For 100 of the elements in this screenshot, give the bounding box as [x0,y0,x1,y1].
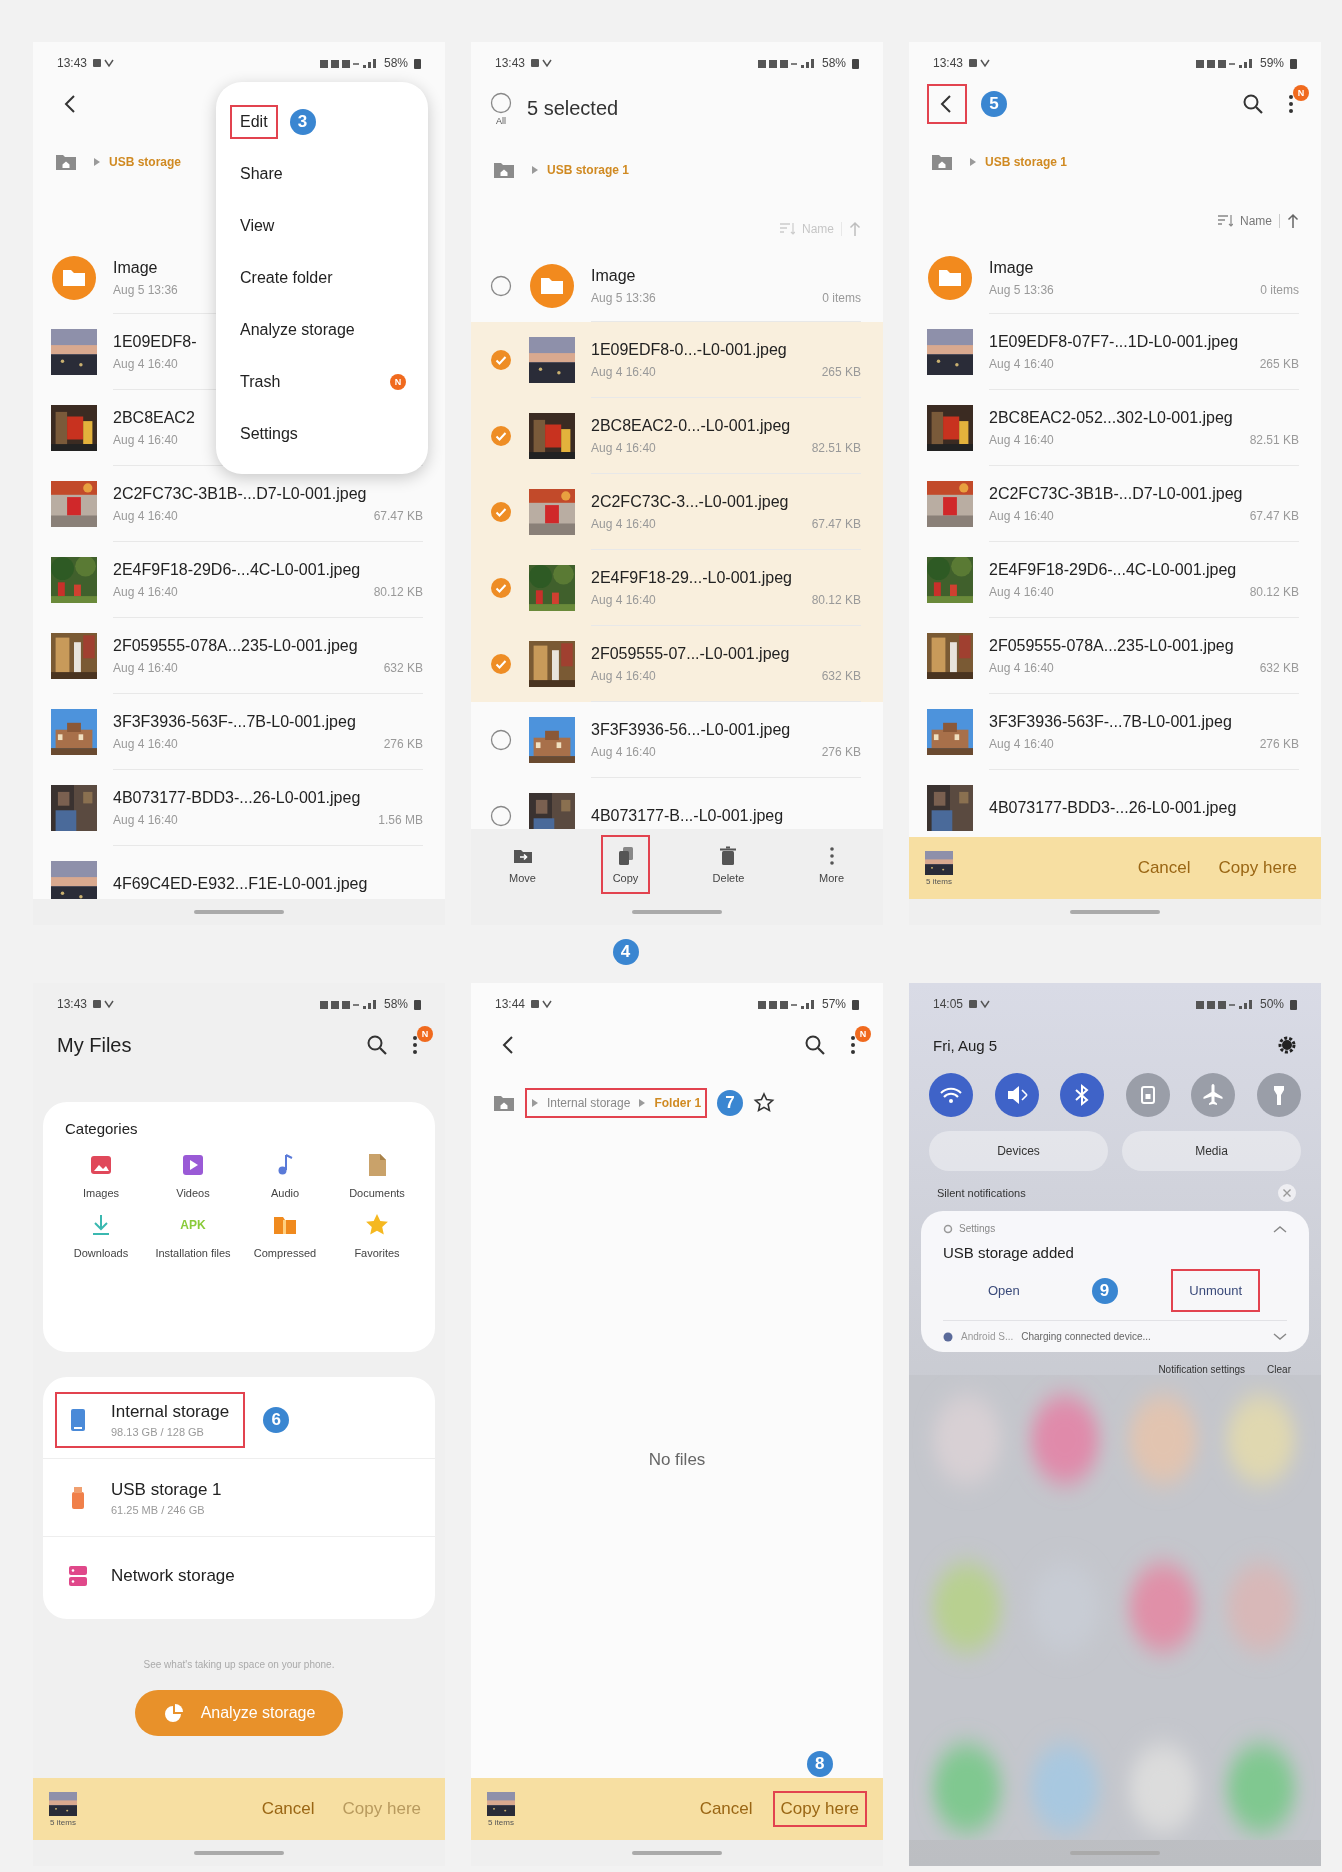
storage-item[interactable]: Network storage [55,1553,251,1599]
checkbox[interactable] [489,500,513,524]
sort-label[interactable]: Name [1240,214,1272,228]
category-item[interactable]: Images [55,1151,147,1199]
storage-item[interactable]: USB storage 1 61.25 MB / 246 GB [55,1469,238,1526]
action-button[interactable]: Move [497,834,548,894]
selected-row[interactable]: 2C2FC73C-3...-L0-001.jpeg Aug 4 16:40 67.47 KB [471,474,883,550]
home-folder-icon[interactable] [55,153,77,171]
copy-here-button[interactable]: Copy here [772,1791,867,1827]
selection-title: 5 selected [527,96,619,120]
file-date: Aug 4 16:40 [113,432,178,447]
file-name: 4F69C4ED-E932...F1E-L0-001.jpeg [113,874,369,893]
panel-button[interactable]: Devices [929,1131,1108,1171]
file-date: Aug 4 16:40 [113,356,178,371]
search-icon[interactable] [365,1033,389,1057]
notification-action[interactable]: Unmount [1171,1269,1261,1312]
checkbox[interactable] [489,804,513,828]
category-item[interactable]: Videos [147,1151,239,1199]
section-title: Categories [64,1120,139,1137]
battery-level: 58% [383,56,408,70]
selected-row[interactable]: 1E09EDF8-0...-L0-001.jpeg Aug 4 16:40 265 KB [471,322,883,398]
screen-title: My Files [56,1033,133,1057]
home-folder-icon[interactable] [493,161,515,179]
separator-icon [93,157,101,167]
menu-item[interactable]: Edit [230,105,278,139]
home-folder-icon[interactable] [493,1094,515,1112]
storage-item[interactable]: Internal storage 98.13 GB / 128 GB [55,1391,246,1448]
status-time: 13:44 [495,997,526,1011]
file-name: 2C2FC73C-3...-L0-001.jpeg [591,492,790,511]
category-item[interactable]: Favorites [331,1211,423,1259]
battery-level: 50% [1259,997,1284,1011]
breadcrumb-item[interactable]: Internal storage [547,1096,631,1110]
file-date: Aug 4 16:40 [591,592,656,607]
file-size: 67.47 KB [1249,508,1299,523]
battery-level: 58% [821,56,846,70]
storage-name: Network storage [111,1566,235,1586]
checkbox[interactable] [489,274,513,298]
item-count: 5 items [488,1817,514,1827]
settings-icon[interactable] [1277,1035,1297,1055]
checkbox[interactable] [489,576,513,600]
category-item[interactable]: Downloads [55,1211,147,1259]
bluetooth-toggle[interactable] [1060,1073,1105,1117]
copy-here-button[interactable]: Copy here [1210,850,1305,886]
file-size: 632 KB [383,660,423,675]
arrow-up-icon[interactable] [1287,213,1299,229]
checkbox[interactable] [489,728,513,752]
wifi-toggle[interactable] [929,1073,973,1117]
notification-icons-drawing [93,58,116,68]
step-number: 6 [263,1406,290,1433]
menu-item[interactable]: Share [230,157,293,191]
action-button[interactable]: Delete [700,834,757,894]
panel-button[interactable]: Media [1122,1131,1301,1171]
flashlight-toggle[interactable] [1256,1073,1301,1117]
app-name: Android S... [961,1331,1014,1342]
category-item[interactable]: Compressed [239,1211,331,1259]
star-icon[interactable] [753,1092,776,1114]
collapse-icon[interactable] [1273,1224,1287,1233]
checkbox[interactable] [489,652,513,676]
sound-toggle[interactable] [994,1073,1039,1117]
category-item[interactable]: Documents [331,1151,423,1199]
expand-icon[interactable] [1273,1332,1287,1341]
action-button[interactable]: More [806,834,857,894]
search-icon[interactable] [803,1033,827,1057]
battery-icon [1290,57,1297,69]
menu-item[interactable]: Create folder [230,261,343,295]
link-button[interactable]: Clear [1267,1364,1291,1375]
file-date: Aug 4 16:40 [989,356,1054,371]
checkbox[interactable] [489,90,513,115]
category-item[interactable]: APK Installation files [147,1211,239,1259]
file-size: 82.51 KB [811,440,861,455]
file-size: 1.56 MB [378,812,423,827]
airplane-mode-toggle[interactable] [1191,1073,1236,1117]
cancel-button[interactable]: Cancel [255,1793,321,1825]
home-folder-icon[interactable] [931,153,953,171]
action-button[interactable]: Copy [600,834,651,894]
back-button[interactable] [927,84,967,124]
close-icon[interactable] [1277,1183,1297,1203]
separator-icon [531,1098,539,1108]
link-button[interactable]: Notification settings [1158,1364,1246,1375]
file-name: 4B073177-BDD3-...26-L0-001.jpeg [989,798,1238,817]
selected-row[interactable]: 2BC8EAC2-0...-L0-001.jpeg Aug 4 16:40 82.51 KB [471,398,883,474]
menu-item[interactable]: Trash [230,365,291,399]
selected-row[interactable]: 2E4F9F18-29...-L0-001.jpeg Aug 4 16:40 80.12 KB [471,550,883,626]
menu-item[interactable]: Settings [230,417,308,451]
category-item[interactable]: Audio [239,1151,331,1199]
cancel-button[interactable]: Cancel [1131,852,1197,884]
menu-item[interactable]: View [230,209,285,243]
cancel-button[interactable]: Cancel [693,1793,759,1825]
notification-action[interactable]: Open [969,1269,1038,1312]
checkbox[interactable] [489,424,513,448]
sort-icon[interactable] [1217,214,1233,228]
file-name: 1E09EDF8-07F7-...1D-L0-001.jpeg [989,332,1240,351]
search-icon[interactable] [1241,92,1265,116]
selected-row[interactable]: 2F059555-07...-L0-001.jpeg Aug 4 16:40 632 KB [471,626,883,702]
file-name: 2E4F9F18-29D6-...4C-L0-001.jpeg [989,560,1238,579]
menu-item[interactable]: Analyze storage [230,313,365,347]
checkbox[interactable] [489,348,513,372]
empty-message: No files [648,1449,706,1470]
lock-toggle[interactable] [1125,1073,1170,1117]
folder-icon [529,263,575,309]
